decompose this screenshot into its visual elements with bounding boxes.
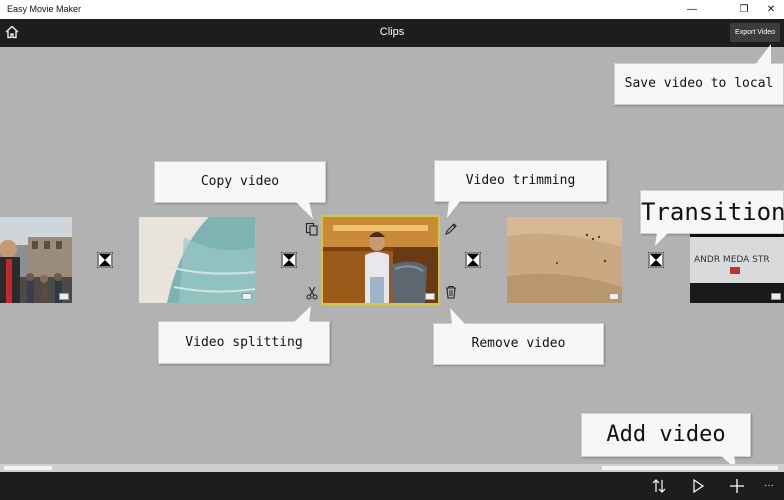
clip-thumbnail-selected[interactable] [321, 215, 440, 305]
add-icon[interactable] [729, 478, 745, 494]
page-title: Clips [379, 26, 405, 38]
callout-text: Add video [606, 422, 726, 447]
minimize-button[interactable]: — [679, 0, 705, 19]
more-icon[interactable]: ··· [764, 478, 780, 494]
clip-thumbnail[interactable] [507, 217, 622, 303]
callout-text: Video splitting [185, 335, 303, 350]
transition-button[interactable] [648, 252, 664, 268]
callout-add-video: Add video [581, 413, 751, 469]
pencil-icon[interactable] [444, 222, 458, 236]
callout-text: Video trimming [465, 173, 576, 188]
timeline-scrollbar[interactable] [0, 464, 784, 472]
callout-text: Save video to local [624, 76, 774, 91]
transition-button[interactable] [281, 252, 297, 268]
callout-text: Remove video [471, 336, 566, 351]
export-video-button[interactable]: Export Video [730, 23, 780, 42]
copy-icon[interactable] [305, 222, 319, 236]
window-title: Easy Movie Maker [7, 4, 82, 14]
close-button[interactable]: ✕ [758, 0, 784, 19]
callout-copy-video: Copy video [154, 161, 326, 219]
restore-button[interactable]: ❐ [731, 0, 757, 19]
transition-icon [281, 252, 297, 268]
callout-save-video-to-local: Save video to local [614, 44, 784, 105]
clip5-sign-text: ANDR MEDA STR [694, 255, 770, 265]
callout-video-splitting: Video splitting [158, 306, 330, 364]
callout-video-trimming: Video trimming [434, 160, 607, 218]
play-icon[interactable] [690, 478, 706, 494]
transition-icon [97, 252, 113, 268]
callout-remove-video: Remove video [433, 308, 604, 365]
clip-thumbnail[interactable] [0, 217, 72, 303]
window-titlebar: Easy Movie Maker — ❐ ✕ [0, 0, 784, 19]
transition-icon [648, 252, 664, 268]
app-header: Clips Export Video [0, 19, 784, 47]
scrollbar-track-highlight [602, 466, 778, 470]
trash-icon[interactable] [444, 285, 458, 299]
clip-thumbnail[interactable] [139, 217, 255, 303]
callout-text: Copy video [200, 174, 280, 189]
scissors-icon[interactable] [305, 286, 319, 300]
transition-icon [465, 252, 481, 268]
scrollbar-thumb[interactable] [4, 466, 52, 470]
callout-text: Transition [641, 198, 784, 226]
bottom-command-bar: ··· [0, 472, 784, 500]
callout-transition: Transition [640, 190, 784, 246]
transition-button[interactable] [97, 252, 113, 268]
transition-button[interactable] [465, 252, 481, 268]
sort-icon[interactable] [651, 478, 667, 494]
